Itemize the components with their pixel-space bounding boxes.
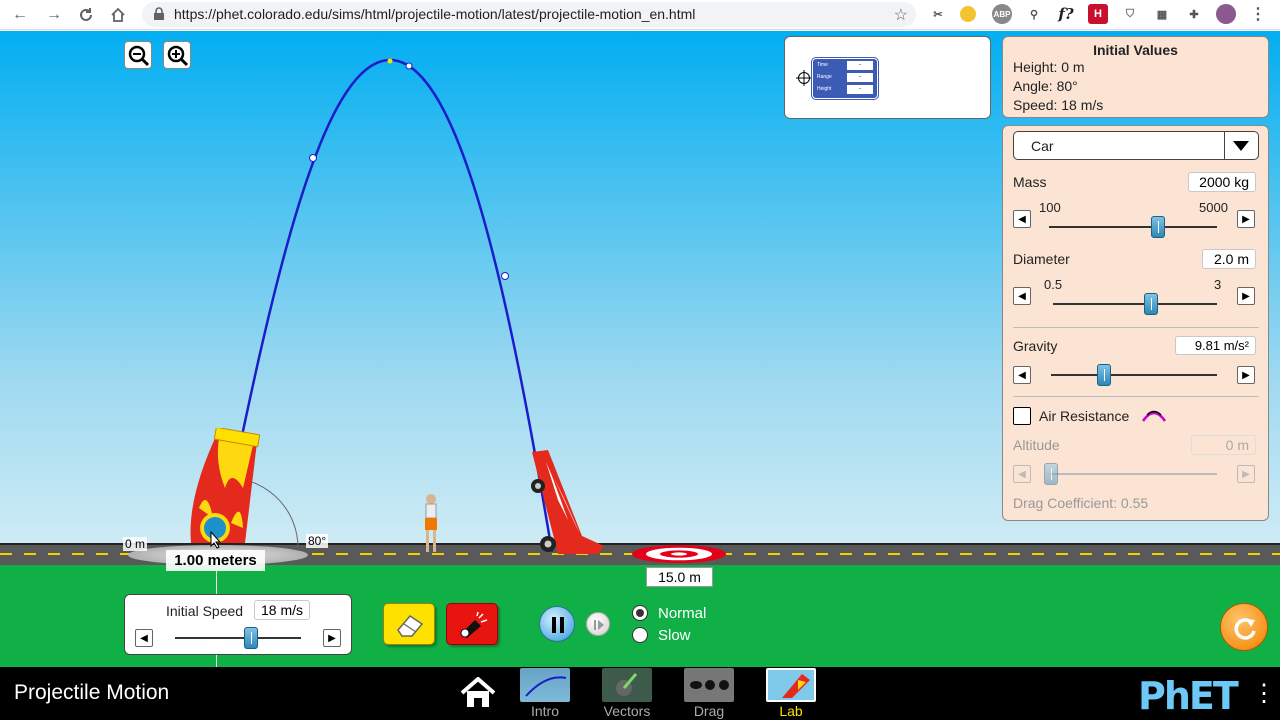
navigation-bar: Projectile Motion Intro Vectors Drag Lab… (0, 667, 1280, 720)
lab-thumbnail (766, 668, 816, 702)
projectile-type-dropdown[interactable]: Car (1013, 131, 1259, 160)
mass-decrement-button[interactable]: ◀ (1013, 210, 1031, 228)
initial-speed-panel: Initial Speed 18 m/s ◀ ▶ (124, 594, 352, 655)
tool-range-value: - (847, 73, 873, 82)
air-resistance-label: Air Resistance (1039, 408, 1130, 424)
diameter-increment-button[interactable]: ▶ (1237, 287, 1255, 305)
tool-height-label: Height (817, 86, 832, 92)
altitude-value: 0 m (1191, 435, 1256, 455)
cannon-icon[interactable] (185, 428, 265, 553)
speed-increment-button[interactable]: ▶ (323, 629, 341, 647)
mass-max-label: 5000 (1199, 200, 1228, 215)
gravity-label: Gravity (1013, 338, 1058, 354)
projectile-type-value: Car (1031, 138, 1054, 154)
gravity-value: 9.81 m/s² (1175, 336, 1256, 355)
initial-height: Height: 0 m (1013, 59, 1085, 75)
eraser-icon (397, 615, 424, 637)
tab-vectors[interactable]: Vectors (602, 668, 652, 719)
initial-values-panel: Initial Values Height: 0 m Angle: 80° Sp… (1002, 36, 1269, 118)
divider (1013, 396, 1259, 397)
speed-slider-track[interactable] (175, 637, 301, 639)
slow-speed-label: Slow (658, 627, 691, 644)
altitude-slider-thumb (1044, 463, 1058, 485)
diameter-max-label: 3 (1214, 277, 1222, 292)
step-forward-button[interactable] (586, 612, 610, 636)
tools-box: Time Range Height - - - (784, 36, 991, 119)
tab-drag[interactable]: Drag (684, 668, 734, 719)
altitude-increment-button: ▶ (1237, 465, 1255, 483)
phet-logo[interactable]: PhET (1138, 674, 1239, 718)
mass-slider-track[interactable] (1049, 226, 1217, 228)
tab-vectors-label: Vectors (603, 703, 651, 719)
reset-all-button[interactable] (1220, 603, 1268, 651)
tool-time-label: Time (817, 62, 828, 68)
erase-button[interactable] (383, 603, 435, 645)
tool-range-label: Range (817, 74, 832, 80)
pause-icon (552, 617, 564, 633)
gravity-decrement-button[interactable]: ◀ (1013, 366, 1031, 384)
chevron-down-icon (1233, 141, 1249, 151)
home-screen-icon[interactable] (460, 677, 496, 709)
diameter-value: 2.0 m (1202, 249, 1256, 269)
drag-coefficient-label: Drag Coefficient: 0.55 (1013, 495, 1149, 511)
projectile-panel: Car Mass 2000 kg ◀ ▶ 100 5000 Diameter 2… (1002, 125, 1269, 521)
sim-title: Projectile Motion (14, 681, 170, 704)
normal-speed-radio[interactable] (632, 605, 648, 621)
human-figure-icon (425, 494, 437, 552)
mass-value: 2000 kg (1188, 172, 1256, 192)
initial-values-title: Initial Values (1093, 42, 1178, 58)
measuring-tape-tool[interactable]: Time Range Height - - - (812, 58, 878, 99)
slow-speed-radio[interactable] (632, 627, 648, 643)
tool-time-value: - (847, 61, 873, 70)
mass-slider-thumb[interactable] (1151, 216, 1166, 238)
mass-increment-button[interactable]: ▶ (1237, 210, 1255, 228)
diameter-decrement-button[interactable]: ◀ (1013, 287, 1031, 305)
tab-lab[interactable]: Lab (766, 668, 816, 719)
phet-menu-icon[interactable]: ⋮ (1252, 679, 1276, 708)
mass-label: Mass (1013, 174, 1047, 190)
tab-lab-label: Lab (779, 703, 803, 719)
intro-thumbnail (520, 668, 570, 702)
cannon-height-label: 0 m (123, 537, 148, 551)
gravity-slider-track[interactable] (1051, 374, 1217, 376)
target-distance-label: 15.0 m (646, 567, 713, 587)
mass-min-label: 100 (1039, 200, 1061, 215)
mouse-cursor (210, 531, 222, 549)
crosshair-icon[interactable] (796, 70, 812, 86)
reset-icon (1234, 618, 1256, 640)
car-projectile-icon (531, 450, 604, 554)
altitude-slider-track (1051, 473, 1217, 475)
cannon-fire-icon (460, 612, 488, 638)
normal-speed-label: Normal (658, 605, 707, 622)
speed-slider-thumb[interactable] (243, 627, 258, 649)
step-icon (594, 620, 604, 630)
tab-intro-label: Intro (530, 703, 559, 719)
initial-speed-value: 18 m/s (254, 600, 310, 620)
pause-button[interactable] (539, 606, 575, 642)
speed-decrement-button[interactable]: ◀ (135, 629, 153, 647)
diameter-slider-thumb[interactable] (1144, 293, 1159, 315)
tool-height-value: - (847, 85, 873, 94)
tape-measure-label[interactable]: 1.00 meters (166, 550, 265, 571)
altitude-label: Altitude (1013, 437, 1060, 453)
diameter-slider-track[interactable] (1053, 303, 1217, 305)
initial-speed-label: Initial Speed (166, 603, 244, 619)
diameter-min-label: 0.5 (1044, 277, 1063, 292)
drag-thumbnail (684, 668, 734, 702)
initial-speed: Speed: 18 m/s (1013, 97, 1104, 113)
cannon-angle-label: 80° (306, 534, 329, 548)
altitude-decrement-button: ◀ (1013, 465, 1031, 483)
gravity-increment-button[interactable]: ▶ (1237, 366, 1255, 384)
diameter-label: Diameter (1013, 251, 1070, 267)
tab-drag-label: Drag (693, 703, 725, 719)
divider (1013, 327, 1259, 328)
tab-intro[interactable]: Intro (520, 668, 570, 719)
target-icon[interactable] (630, 543, 728, 565)
air-resistance-path-icon (1141, 410, 1167, 422)
air-resistance-checkbox[interactable] (1013, 407, 1031, 425)
vectors-thumbnail (602, 668, 652, 702)
fire-button[interactable] (446, 603, 498, 645)
gravity-slider-thumb[interactable] (1097, 364, 1112, 386)
initial-angle: Angle: 80° (1013, 78, 1078, 94)
